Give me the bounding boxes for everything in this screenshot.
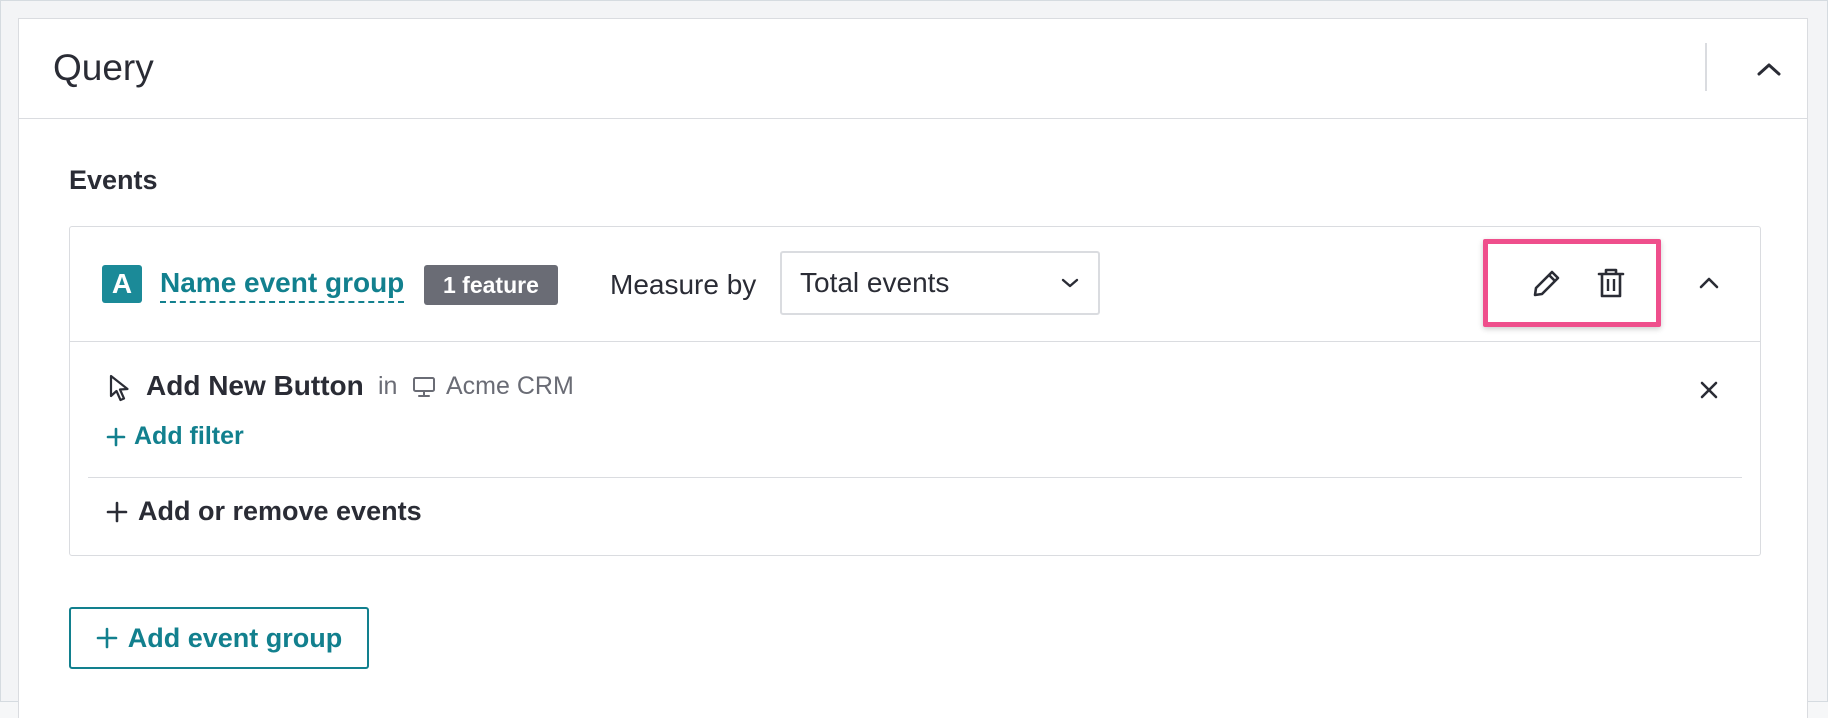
add-event-group-button[interactable]: Add event group — [69, 607, 369, 669]
events-section-label: Events — [69, 165, 158, 195]
measure-by-select[interactable]: Total events — [780, 251, 1100, 315]
add-remove-events-button[interactable]: Add or remove events — [106, 496, 422, 527]
event-group-header: A Name event group 1 feature Measure by … — [70, 227, 1760, 342]
monitor-icon — [413, 377, 435, 397]
group-letter-badge: A — [102, 265, 142, 303]
add-filter-label: Add filter — [134, 422, 244, 450]
measure-by-label: Measure by — [610, 269, 757, 300]
cursor-icon — [109, 374, 129, 402]
chevron-up-icon — [1757, 63, 1781, 76]
delete-group-button[interactable] — [1591, 263, 1631, 303]
plus-icon — [106, 501, 128, 522]
event-name: Add New Button — [146, 370, 364, 401]
collapse-group-button[interactable] — [1689, 263, 1729, 303]
group-name-link[interactable]: Name event group — [160, 267, 405, 303]
remove-event-button[interactable] — [1689, 370, 1729, 410]
feature-count-badge: 1 feature — [424, 265, 558, 305]
plus-icon — [106, 427, 126, 446]
add-filter-link[interactable]: Add filter — [106, 422, 244, 451]
event-divider — [88, 477, 1742, 478]
event-in-label: in — [378, 372, 398, 400]
header-divider — [1705, 43, 1707, 91]
event-group: A Name event group 1 feature Measure by … — [69, 226, 1761, 556]
plus-icon — [96, 627, 118, 649]
event-app-name: Acme CRM — [446, 372, 574, 400]
panel-header: Query — [19, 19, 1807, 119]
chevron-down-icon — [1061, 278, 1079, 288]
collapse-query-button[interactable] — [1749, 49, 1789, 89]
add-remove-events-label: Add or remove events — [138, 496, 422, 526]
measure-select-value: Total events — [800, 267, 950, 298]
panel-title: Query — [53, 47, 154, 88]
close-icon — [1700, 381, 1718, 399]
actions-highlight-box — [1483, 239, 1661, 327]
chevron-up-icon — [1699, 277, 1719, 289]
edit-group-button[interactable] — [1527, 263, 1567, 303]
query-panel: Query Events A Name event group 1 featur… — [18, 18, 1808, 718]
event-row: Add New Button in Acme CRM Add filter Ad… — [70, 342, 1760, 526]
add-event-group-label: Add event group — [127, 622, 343, 653]
pencil-icon — [1533, 270, 1560, 297]
trash-icon — [1597, 268, 1625, 298]
